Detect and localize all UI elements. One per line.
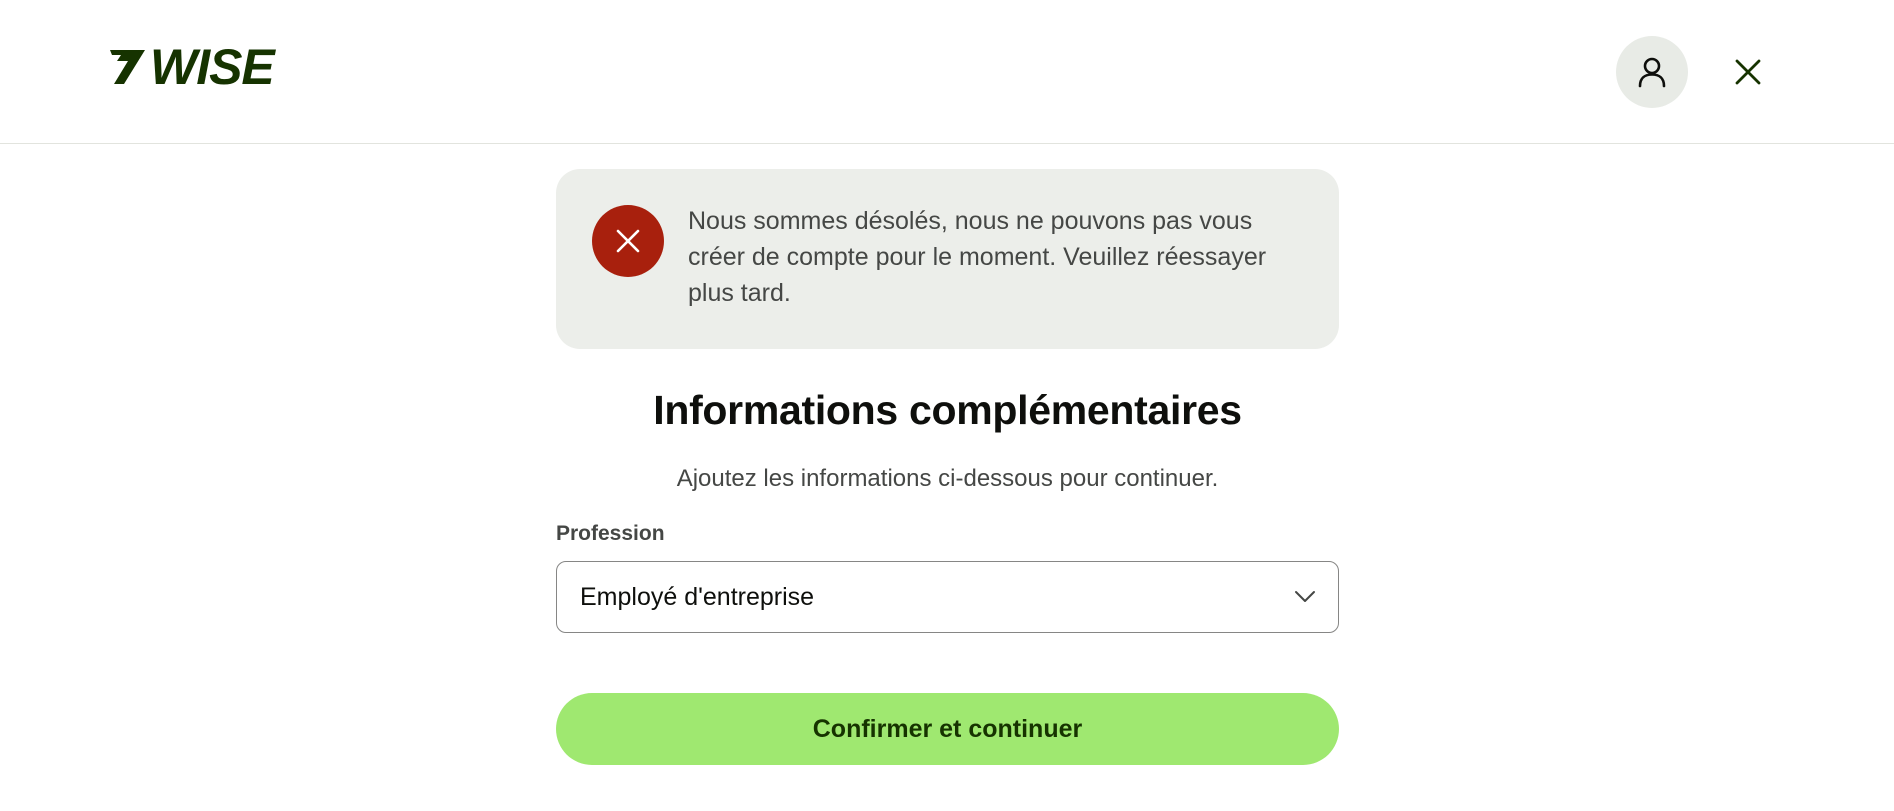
page-subtitle: Ajoutez les informations ci-dessous pour… [676, 465, 1219, 492]
close-icon [616, 229, 640, 253]
wise-flag-icon [110, 50, 145, 84]
page-title: Informations complémentaires [653, 387, 1242, 433]
close-button[interactable] [1724, 48, 1772, 96]
alert-message: Nous sommes désolés, nous ne pouvons pas… [688, 207, 1267, 307]
profession-label: Profession [556, 522, 665, 545]
top-bar: WISE [0, 0, 1894, 144]
logo-wordmark: WISE [150, 39, 275, 95]
close-icon [1735, 59, 1761, 85]
error-alert: Nous sommes désolés, nous ne pouvons pas… [556, 169, 1339, 349]
main-content: Nous sommes désolés, nous ne pouvons pas… [556, 169, 1339, 765]
wise-logo[interactable]: WISE [108, 39, 275, 95]
profession-selected-value: Employé d'entreprise [580, 582, 815, 611]
account-button[interactable] [1616, 36, 1688, 108]
chevron-down-icon [1295, 591, 1315, 602]
profession-select[interactable]: Employé d'entreprise [556, 561, 1339, 633]
confirm-continue-button[interactable]: Confirmer et continuer [556, 693, 1339, 765]
person-icon [1638, 57, 1666, 88]
error-icon [592, 205, 664, 277]
